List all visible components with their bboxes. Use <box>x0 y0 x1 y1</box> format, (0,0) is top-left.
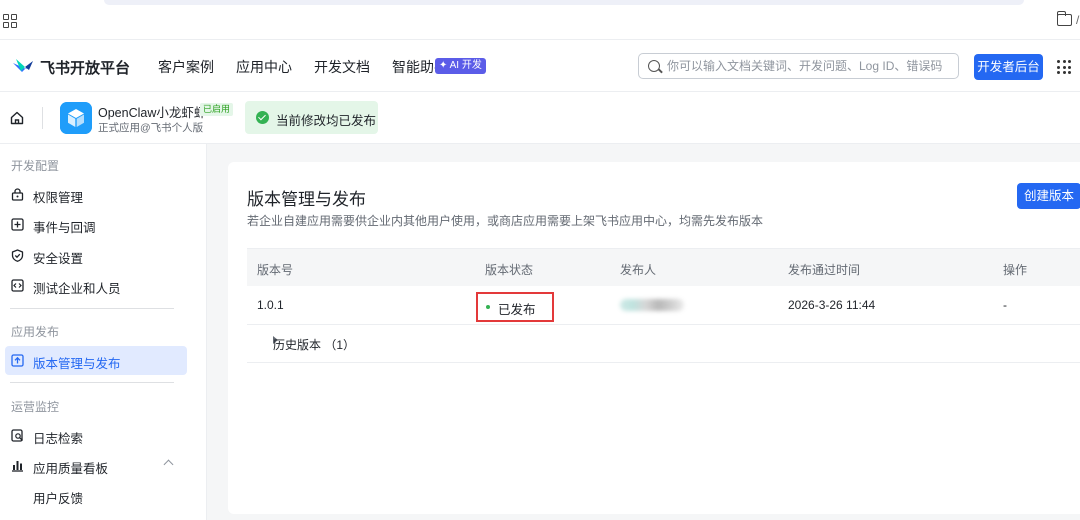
lock-icon <box>11 188 24 201</box>
search-box[interactable] <box>638 53 959 79</box>
publisher-avatar-blurred <box>620 299 684 311</box>
search-input[interactable] <box>667 57 952 75</box>
sidebar-item-label: 版本管理与发布 <box>33 357 121 371</box>
nav-customer-cases[interactable]: 客户案例 <box>158 57 214 77</box>
event-plus-icon <box>11 218 24 231</box>
sidebar-item-security[interactable]: 安全设置 <box>5 241 187 270</box>
browser-toolbar: / <box>0 0 1080 40</box>
status-dot-icon <box>486 305 490 309</box>
divider <box>42 107 43 129</box>
bar-chart-icon <box>12 461 23 472</box>
version-number: 1.0.1 <box>257 298 284 312</box>
version-status: 已发布 <box>498 303 536 317</box>
sidebar-item-label: 日志检索 <box>33 432 84 446</box>
sidebar-item-label: 测试企业和人员 <box>33 282 121 296</box>
history-versions-toggle[interactable]: 历史版本 （1） <box>247 325 1080 363</box>
table-header: 版本号 版本状态 发布人 发布通过时间 操作 <box>247 248 1080 286</box>
app-subtitle: 正式应用@飞书个人版 <box>98 122 204 134</box>
shield-icon <box>11 249 24 262</box>
sidebar-group-ops: 运营监控 <box>11 400 60 414</box>
more-indicator-icon[interactable]: / <box>1076 13 1079 27</box>
version-table: 版本号 版本状态 发布人 发布通过时间 操作 1.0.1 已发布 2026-3-… <box>247 248 1080 363</box>
folder-icon[interactable] <box>1056 11 1072 26</box>
chevron-up-icon[interactable] <box>163 459 174 470</box>
address-bar-strip <box>104 0 1024 5</box>
column-actions: 操作 <box>1003 263 1028 277</box>
app-bar: OpenClaw小龙虾虾 已启用 正式应用@飞书个人版 当前修改均已发布 <box>0 92 1080 144</box>
check-circle-icon <box>256 111 269 124</box>
version-management-card: 版本管理与发布 若企业自建应用需要供企业内其他用户使用，或商店应用需要上架飞书应… <box>228 162 1080 514</box>
sidebar-group-dev-config: 开发配置 <box>11 159 60 173</box>
column-status: 版本状态 <box>485 263 534 277</box>
sidebar-divider <box>10 308 174 309</box>
status-highlight-box: 已发布 <box>476 292 554 322</box>
app-cube-icon[interactable] <box>60 102 92 134</box>
enabled-tag: 已启用 <box>200 103 234 116</box>
sidebar-item-events[interactable]: 事件与回调 <box>5 210 187 239</box>
create-version-button[interactable]: 创建版本 <box>1017 183 1080 209</box>
feishu-logo-icon[interactable] <box>12 57 34 75</box>
top-navigation: 飞书开放平台 客户案例 应用中心 开发文档 智能助手 ✦ AI 开发 开发者后台 <box>0 40 1080 92</box>
sidebar-item-log-search[interactable]: 日志检索 <box>5 421 187 450</box>
code-icon <box>11 279 24 292</box>
sidebar-item-label: 安全设置 <box>33 252 84 266</box>
nav-app-center[interactable]: 应用中心 <box>236 57 292 77</box>
sidebar-item-label: 事件与回调 <box>33 221 96 235</box>
sidebar-item-version-management[interactable]: 版本管理与发布 <box>5 346 187 375</box>
home-icon[interactable] <box>10 111 24 125</box>
publish-status-banner: 当前修改均已发布 <box>245 101 378 134</box>
approved-time: 2026-3-26 11:44 <box>788 298 876 312</box>
sidebar-item-permission[interactable]: 权限管理 <box>5 180 187 209</box>
app-launcher-icon[interactable] <box>1057 60 1071 74</box>
column-approved-time: 发布通过时间 <box>788 263 861 277</box>
sidebar-item-label: 权限管理 <box>33 191 84 205</box>
sidebar-item-user-feedback[interactable]: 用户反馈 <box>5 481 187 510</box>
page-description: 若企业自建应用需要供企业内其他用户使用，或商店应用需要上架飞书应用中心，均需先发… <box>247 214 764 228</box>
column-publisher: 发布人 <box>620 263 657 277</box>
table-row: 1.0.1 已发布 2026-3-26 11:44 - <box>247 286 1080 325</box>
sidebar-item-label: 用户反馈 <box>33 492 84 506</box>
log-search-icon <box>11 429 23 442</box>
column-version: 版本号 <box>257 263 294 277</box>
app-name: OpenClaw小龙虾虾 <box>98 106 207 120</box>
main-nav: 客户案例 应用中心 开发文档 智能助手 <box>158 57 448 77</box>
sidebar-item-label: 应用质量看板 <box>33 462 109 476</box>
nav-dev-docs[interactable]: 开发文档 <box>314 57 370 77</box>
sidebar-group-release: 应用发布 <box>11 325 60 339</box>
sidebar-item-test-users[interactable]: 测试企业和人员 <box>5 271 187 300</box>
page-title: 版本管理与发布 <box>247 190 366 209</box>
sidebar-divider <box>10 382 174 383</box>
search-icon <box>648 60 660 72</box>
sidebar-item-quality-board[interactable]: 应用质量看板 <box>5 451 187 480</box>
apps-grid-icon[interactable] <box>3 14 17 28</box>
brand-name[interactable]: 飞书开放平台 <box>40 57 130 78</box>
publish-status-text: 当前修改均已发布 <box>276 114 377 128</box>
developer-console-button[interactable]: 开发者后台 <box>974 54 1043 80</box>
upload-icon <box>11 354 24 367</box>
sidebar: 开发配置 权限管理 事件与回调 安全设置 测试企业和人员 应用发布 版本管理与发… <box>0 144 207 520</box>
row-actions: - <box>1003 298 1007 312</box>
ai-dev-badge[interactable]: ✦ AI 开发 <box>435 58 486 74</box>
history-versions-label: 历史版本 （1） <box>273 338 356 352</box>
